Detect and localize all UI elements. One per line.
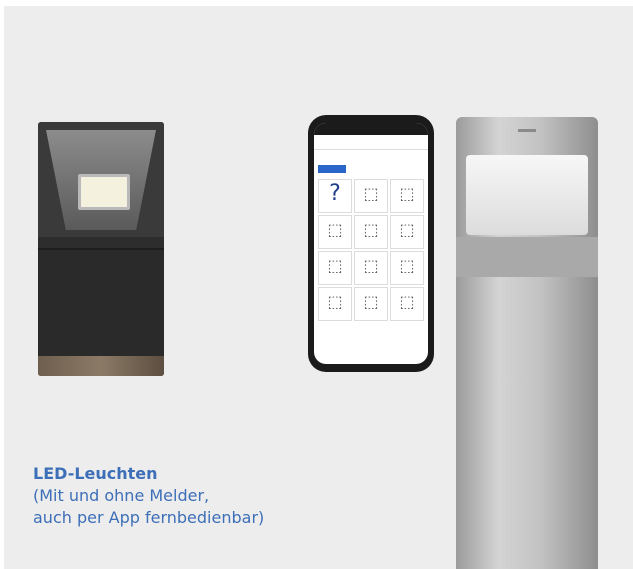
column-sensor-window <box>466 155 588 235</box>
app-tab-active <box>318 165 346 173</box>
app-tile: ⬚ <box>390 287 424 321</box>
phone-screen: ? ⬚ ⬚ ⬚ ⬚ ⬚ ⬚ ⬚ ⬚ ⬚ ⬚ ⬚ <box>314 123 428 364</box>
caption-line-2: auch per App fernbedienbar) <box>33 508 265 527</box>
floodlight-led <box>78 174 130 210</box>
app-tile: ⬚ <box>354 287 388 321</box>
column-ring <box>456 237 598 277</box>
phone-statusbar <box>314 123 428 135</box>
column-logo <box>518 129 536 132</box>
app-tile: ⬚ <box>318 215 352 249</box>
app-tile: ⬚ <box>390 215 424 249</box>
app-tile: ⬚ <box>354 251 388 285</box>
app-tile-help: ? <box>318 179 352 213</box>
app-tile: ⬚ <box>390 251 424 285</box>
app-topbar <box>314 135 428 150</box>
product-caption: LED-Leuchten (Mit und ohne Melder, auch … <box>33 463 333 529</box>
smartphone-image: ? ⬚ ⬚ ⬚ ⬚ ⬚ ⬚ ⬚ ⬚ ⬚ ⬚ ⬚ <box>308 115 434 372</box>
app-tile: ⬚ <box>354 215 388 249</box>
floodlight-base <box>38 356 164 376</box>
app-tabs <box>318 165 424 175</box>
caption-line-1: (Mit und ohne Melder, <box>33 486 210 505</box>
app-device-grid: ? ⬚ ⬚ ⬚ ⬚ ⬚ ⬚ ⬚ ⬚ ⬚ ⬚ ⬚ <box>318 179 424 321</box>
floodlight-sensor <box>38 248 164 358</box>
caption-title: LED-Leuchten <box>33 464 158 483</box>
led-floodlight-image <box>38 122 164 376</box>
app-tile: ⬚ <box>318 251 352 285</box>
app-tile: ⬚ <box>354 179 388 213</box>
detector-column-image <box>456 117 598 569</box>
app-tile: ⬚ <box>318 287 352 321</box>
app-tile: ⬚ <box>390 179 424 213</box>
